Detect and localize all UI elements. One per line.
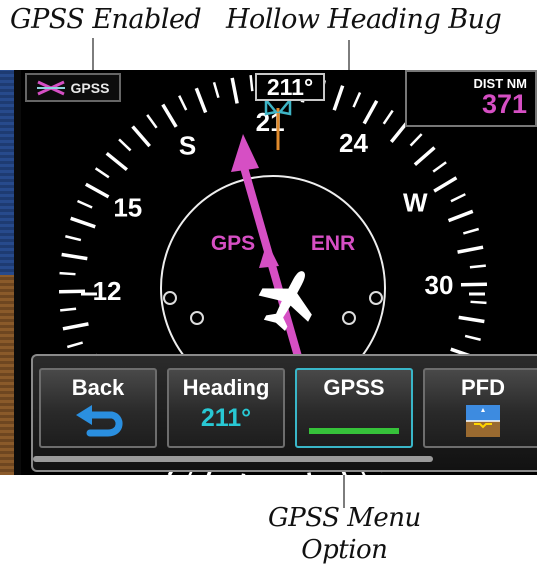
heading-label: Heading <box>182 375 270 400</box>
compass-tick <box>432 161 447 173</box>
callout-line: Option <box>301 535 388 565</box>
distance-box: DIST NM 371 <box>405 70 537 127</box>
compass-label: 12 <box>93 276 122 306</box>
compass-tick <box>433 176 458 193</box>
compass-tick <box>212 81 220 99</box>
gpss-chevrons-icon <box>36 80 65 95</box>
compass-tick <box>352 91 362 108</box>
compass-tick <box>60 307 77 312</box>
compass-label: 24 <box>339 128 368 158</box>
dist-value: 371 <box>481 89 527 119</box>
pfd-button[interactable]: PFD <box>423 368 537 448</box>
pfd-label: PFD <box>461 375 505 400</box>
compass-tick <box>458 315 485 324</box>
compass-label: W <box>403 188 428 218</box>
compass-tick <box>161 103 178 128</box>
heading-readout: 211° <box>255 73 325 101</box>
gpss-status-badge: GPSS <box>25 73 121 102</box>
cdi-dot <box>163 291 177 305</box>
compass-tick <box>84 182 110 199</box>
compass-tick <box>94 167 110 179</box>
cdi-dot <box>190 311 204 325</box>
compass-tick <box>62 322 89 331</box>
compass-tick <box>61 252 88 261</box>
compass-tick <box>249 75 254 92</box>
attitude-indicator-icon <box>466 405 500 437</box>
back-arrow-icon <box>76 405 123 437</box>
compass-tick <box>146 114 158 129</box>
softkey-scrollbar[interactable] <box>33 456 433 462</box>
back-button[interactable]: Back <box>39 368 157 448</box>
course-pointer <box>231 134 259 172</box>
gpss-button[interactable]: GPSS <box>295 368 413 448</box>
heading-button[interactable]: Heading 211° <box>167 368 285 448</box>
compass-tick <box>70 216 96 229</box>
gpss-enabled-callout: GPSS Enabled <box>10 4 202 35</box>
hsi-display: S2124W3033E1512GPSENR GPSS 211° DIST NM … <box>21 70 537 475</box>
compass-tick <box>462 227 480 235</box>
back-label: Back <box>71 375 125 400</box>
cdi-dot <box>369 291 383 305</box>
compass-tick <box>66 341 84 349</box>
compass-tick <box>469 264 486 269</box>
compass-tick <box>382 109 394 125</box>
adjacent-display-edge <box>0 70 21 475</box>
compass-tick <box>105 151 128 172</box>
hollow-heading-bug-callout: Hollow Heading Bug <box>226 4 502 35</box>
compass-tick <box>457 245 484 254</box>
compass-tick <box>332 85 345 111</box>
compass-tick <box>450 193 466 203</box>
compass-tick <box>118 138 132 152</box>
compass-label: 30 <box>425 270 454 300</box>
flight-phase-label: ENR <box>311 232 355 255</box>
nav-source-label: GPS <box>211 232 255 255</box>
softkey-bar: Back Heading 211° GPSS PFD <box>31 354 537 472</box>
compass-tick <box>409 133 423 147</box>
compass-tick <box>470 300 487 305</box>
compass-tick <box>362 99 379 125</box>
compass-tick <box>464 334 481 341</box>
gpss-active-indicator <box>309 428 399 434</box>
gpss-menu-option-callout: GPSS Menu Option <box>268 502 421 566</box>
compass-tick <box>65 235 82 242</box>
cdi-dot <box>342 311 356 325</box>
compass-tick <box>178 95 188 111</box>
compass-tick <box>59 271 76 276</box>
compass-label: 15 <box>113 193 142 223</box>
gpss-badge-label: GPSS <box>70 79 110 96</box>
compass-tick <box>447 209 474 223</box>
compass-tick <box>194 87 208 114</box>
compass-tick <box>241 473 246 475</box>
compass-tick <box>307 472 312 475</box>
heading-value: 211° <box>200 404 252 432</box>
compass-tick <box>76 199 93 209</box>
compass-tick <box>230 77 239 104</box>
compass-tick <box>131 125 151 148</box>
compass-tick <box>413 146 436 166</box>
gpss-label: GPSS <box>323 375 385 400</box>
compass-label: S <box>179 131 196 161</box>
